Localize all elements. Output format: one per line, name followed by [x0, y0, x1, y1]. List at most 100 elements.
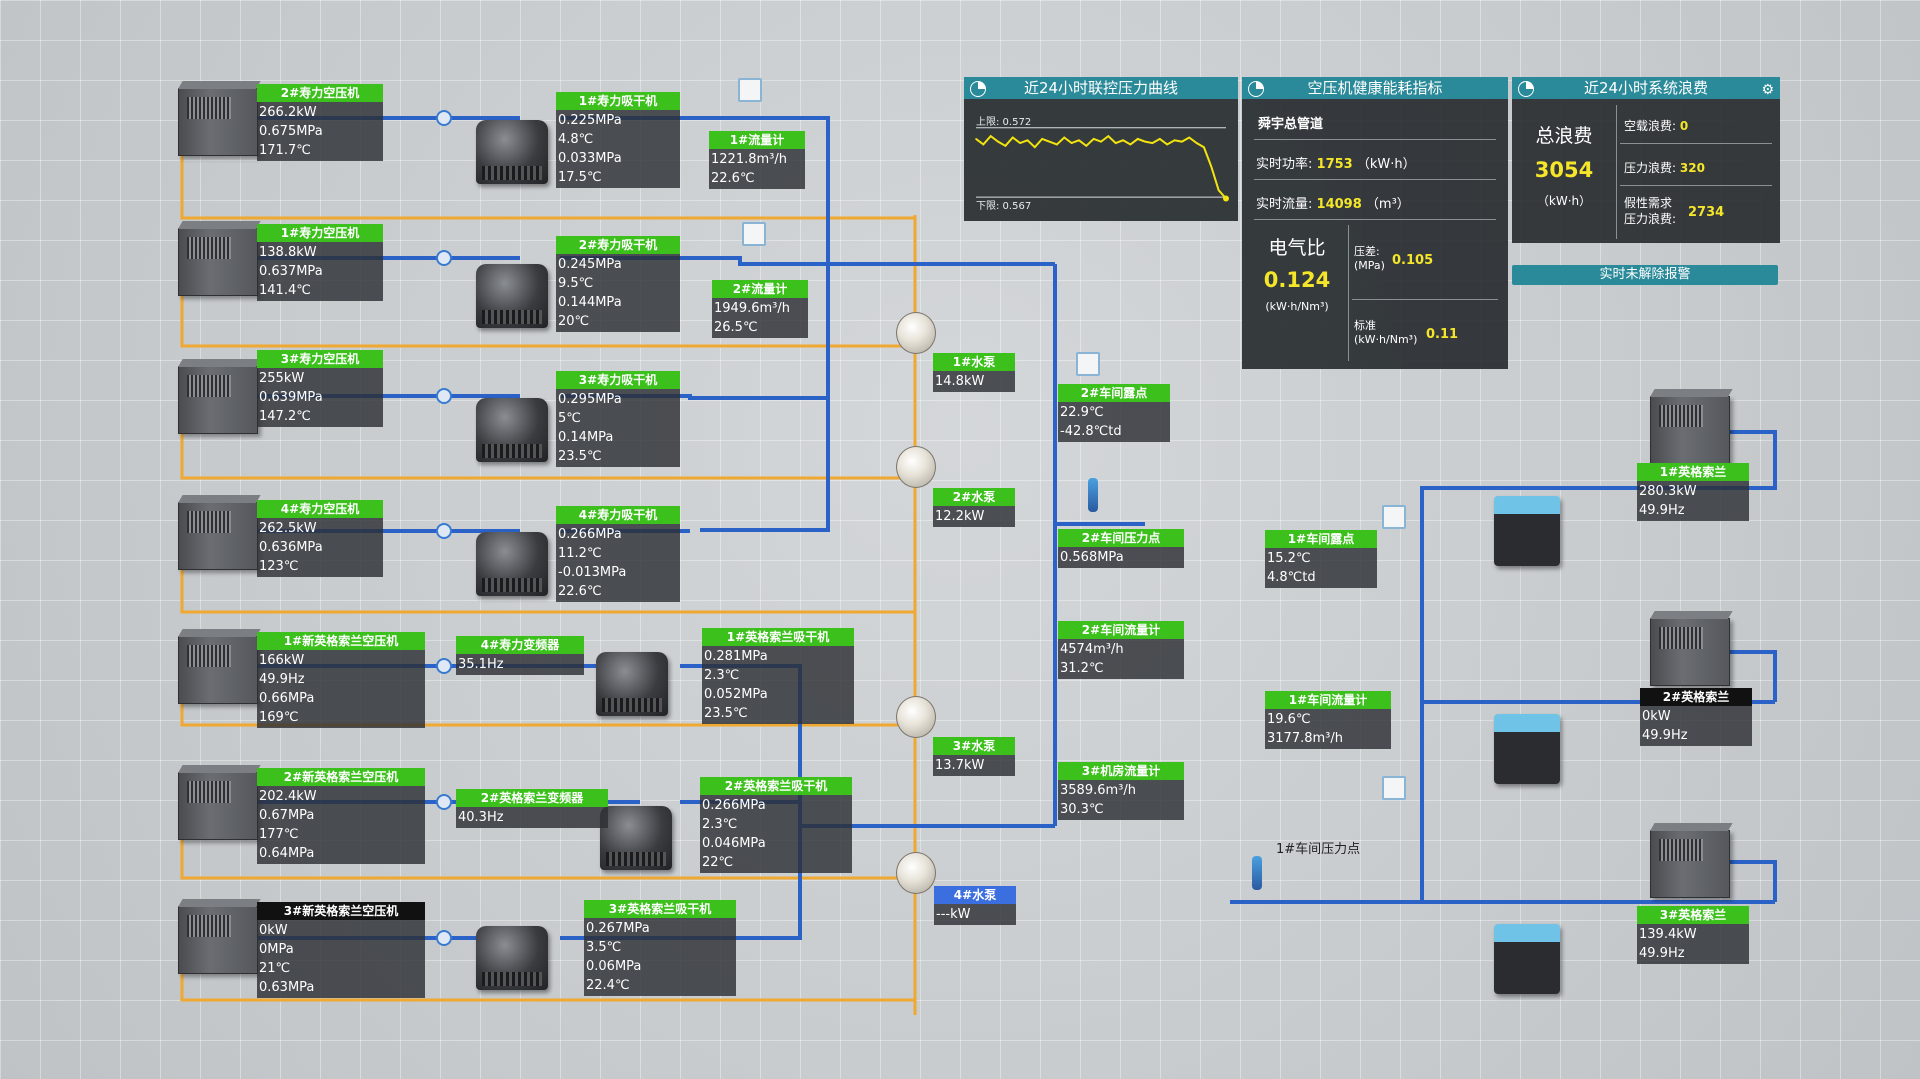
compressor-icon[interactable] [178, 81, 261, 156]
flowmeter-label[interactable]: 1#流量计 1221.8m³/h 22.6℃ [709, 131, 805, 189]
label-value: 0.639MPa [259, 390, 323, 405]
workshop-flowmeter-label[interactable]: 2#车间流量计 4574m³/h 31.2℃ [1058, 621, 1184, 679]
dryer-icon[interactable] [1494, 924, 1560, 994]
compressor-icon[interactable] [178, 629, 261, 704]
compressor-label[interactable]: 4#寿力空压机 262.5kW 0.636MPa 123℃ [257, 500, 383, 577]
dryer-icon[interactable] [600, 806, 672, 870]
valve-icon[interactable] [436, 250, 452, 266]
dew-point-sensor-icon[interactable] [1076, 352, 1100, 376]
right-unit-label[interactable]: 1#英格索兰 280.3kW 49.9Hz [1637, 463, 1749, 521]
right-unit-label[interactable]: 2#英格索兰 0kW 49.9Hz [1640, 688, 1752, 746]
pump-label[interactable]: 4#水泵 ---kW [934, 886, 1016, 925]
compressor-icon[interactable] [178, 495, 261, 570]
room-flowmeter-label[interactable]: 3#机房流量计 3589.6m³/h 30.3℃ [1058, 762, 1184, 820]
idle-waste-row: 空载浪费: 0 [1624, 117, 1688, 134]
inverter-label[interactable]: 4#寿力变频器 35.1Hz [456, 636, 584, 675]
label-value: 26.5℃ [714, 320, 758, 335]
dryer-label[interactable]: 3#寿力吸干机 0.295MPa 5℃ 0.14MPa 23.5℃ [556, 371, 680, 467]
label-title: 4#寿力吸干机 [556, 506, 680, 524]
pump-label[interactable]: 1#水泵 14.8kW [933, 353, 1015, 392]
flowmeter-icon[interactable] [738, 78, 762, 102]
label-value: 4574m³/h [1060, 642, 1124, 657]
label-value: 141.4℃ [259, 283, 311, 298]
flowmeter-label[interactable]: 2#流量计 1949.6m³/h 26.5℃ [712, 280, 808, 338]
dryer-icon[interactable] [596, 652, 668, 716]
dryer-icon[interactable] [1494, 714, 1560, 784]
pump-label[interactable]: 3#水泵 13.7kW [933, 737, 1015, 776]
pressure-point [1056, 143, 1058, 146]
valve-icon[interactable] [436, 523, 452, 539]
pipe-name: 舜宇总管道 [1258, 117, 1324, 132]
pressure-gauge-icon[interactable] [1252, 856, 1262, 890]
divider [1254, 179, 1496, 180]
dryer-icon[interactable] [476, 120, 548, 184]
inverter-label[interactable]: 2#英格索兰变频器 40.3Hz [456, 789, 608, 828]
valve-icon[interactable] [436, 794, 452, 810]
pressure-curve-panel[interactable]: 近24小时联控压力曲线 上限: 0.572 下限: 0.567 [964, 77, 1238, 221]
workshop-dew-point-label[interactable]: 1#车间露点 15.2℃ 4.8℃td [1265, 530, 1377, 588]
water-pump-icon[interactable] [896, 312, 936, 354]
system-waste-panel[interactable]: 近24小时系统浪费 ⚙ 总浪费 3054 （kW·h） 空载浪费: 0 压力浪费… [1512, 77, 1780, 243]
dryer-icon[interactable] [1494, 496, 1560, 566]
workshop-pressure-label[interactable]: 2#车间压力点 0.568MPa [1058, 529, 1184, 568]
dew-point-sensor-icon[interactable] [1382, 505, 1406, 529]
dryer-label[interactable]: 2#寿力吸干机 0.245MPa 9.5℃ 0.144MPa 20℃ [556, 236, 680, 332]
compressor-icon[interactable] [178, 359, 261, 434]
dryer-icon[interactable] [476, 398, 548, 462]
label-title: 3#寿力吸干机 [556, 371, 680, 389]
label-value: 30.3℃ [1060, 802, 1104, 817]
dryer-label[interactable]: 1#英格索兰吸干机 0.281MPa 2.3℃ 0.052MPa 23.5℃ [702, 628, 854, 724]
dryer-label[interactable]: 4#寿力吸干机 0.266MPa 11.2℃ -0.013MPa 22.6℃ [556, 506, 680, 602]
compressor-icon[interactable] [1650, 823, 1733, 898]
valve-icon[interactable] [436, 658, 452, 674]
water-pump-icon[interactable] [896, 852, 936, 894]
compressor-icon[interactable] [178, 899, 261, 974]
label-value: 0.245MPa [558, 257, 622, 272]
dp-label: 压差: [1354, 245, 1380, 258]
label-value: 255kW [259, 371, 305, 386]
compressor-label[interactable]: 1#寿力空压机 138.8kW 0.637MPa 141.4℃ [257, 224, 383, 301]
valve-icon[interactable] [436, 388, 452, 404]
water-pump-icon[interactable] [896, 446, 936, 488]
water-pump-icon[interactable] [896, 696, 936, 738]
compressor-icon[interactable] [1650, 389, 1733, 464]
label-value: 166kW [259, 653, 305, 668]
dryer-label[interactable]: 2#英格索兰吸干机 0.266MPa 2.3℃ 0.046MPa 22℃ [700, 777, 852, 873]
gear-icon[interactable]: ⚙ [1761, 79, 1774, 101]
compressor-label[interactable]: 3#新英格索兰空压机 0kW 0MPa 21℃ 0.63MPa [257, 902, 425, 998]
compressor-icon[interactable] [178, 765, 261, 840]
pressure-point [1210, 165, 1213, 168]
power-value: 1753 [1316, 157, 1353, 172]
flowmeter-icon[interactable] [1382, 776, 1406, 800]
dryer-label[interactable]: 3#英格索兰吸干机 0.267MPa 3.5℃ 0.06MPa 22.4℃ [584, 900, 736, 996]
compressor-icon[interactable] [1650, 611, 1733, 686]
label-value: 20℃ [558, 314, 590, 329]
compressor-label[interactable]: 2#新英格索兰空压机 202.4kW 0.67MPa 177℃ 0.64MPa [257, 768, 425, 864]
label-value: 35.1Hz [458, 657, 504, 672]
label-value: 139.4kW [1639, 927, 1697, 942]
pressure-gauge-icon[interactable] [1088, 478, 1098, 512]
compressor-label[interactable]: 2#寿力空压机 266.2kW 0.675MPa 171.7℃ [257, 84, 383, 161]
dryer-icon[interactable] [476, 532, 548, 596]
dryer-label[interactable]: 1#寿力吸干机 0.225MPa 4.8℃ 0.033MPa 17.5℃ [556, 92, 680, 188]
label-value: 0.267MPa [586, 921, 650, 936]
valve-icon[interactable] [436, 110, 452, 126]
flowmeter-icon[interactable] [742, 222, 766, 246]
valve-icon[interactable] [436, 930, 452, 946]
compressor-icon[interactable] [178, 221, 261, 296]
dp-unit: (MPa) [1354, 259, 1385, 272]
pump-label[interactable]: 2#水泵 12.2kW [933, 488, 1015, 527]
label-value: 0.66MPa [259, 691, 315, 706]
pressure-point [1026, 139, 1029, 142]
dryer-icon[interactable] [476, 926, 548, 990]
label-value: 0.64MPa [259, 846, 315, 861]
compressor-label[interactable]: 3#寿力空压机 255kW 0.639MPa 147.2℃ [257, 350, 383, 427]
workshop-dew-point-label[interactable]: 2#车间露点 22.9℃ -42.8℃td [1058, 384, 1170, 442]
label-value: 22.4℃ [586, 978, 630, 993]
alarm-button[interactable]: 实时未解除报警 [1512, 265, 1778, 285]
health-energy-panel[interactable]: 空压机健康能耗指标 舜宇总管道 实时功率: 1753 （kW·h） 实时流量: … [1242, 77, 1508, 369]
workshop-flowmeter-label[interactable]: 1#车间流量计 19.6℃ 3177.8m³/h [1265, 691, 1391, 749]
right-unit-label[interactable]: 3#英格索兰 139.4kW 49.9Hz [1637, 906, 1749, 964]
dryer-icon[interactable] [476, 264, 548, 328]
compressor-label[interactable]: 1#新英格索兰空压机 166kW 49.9Hz 0.66MPa 169℃ [257, 632, 425, 728]
